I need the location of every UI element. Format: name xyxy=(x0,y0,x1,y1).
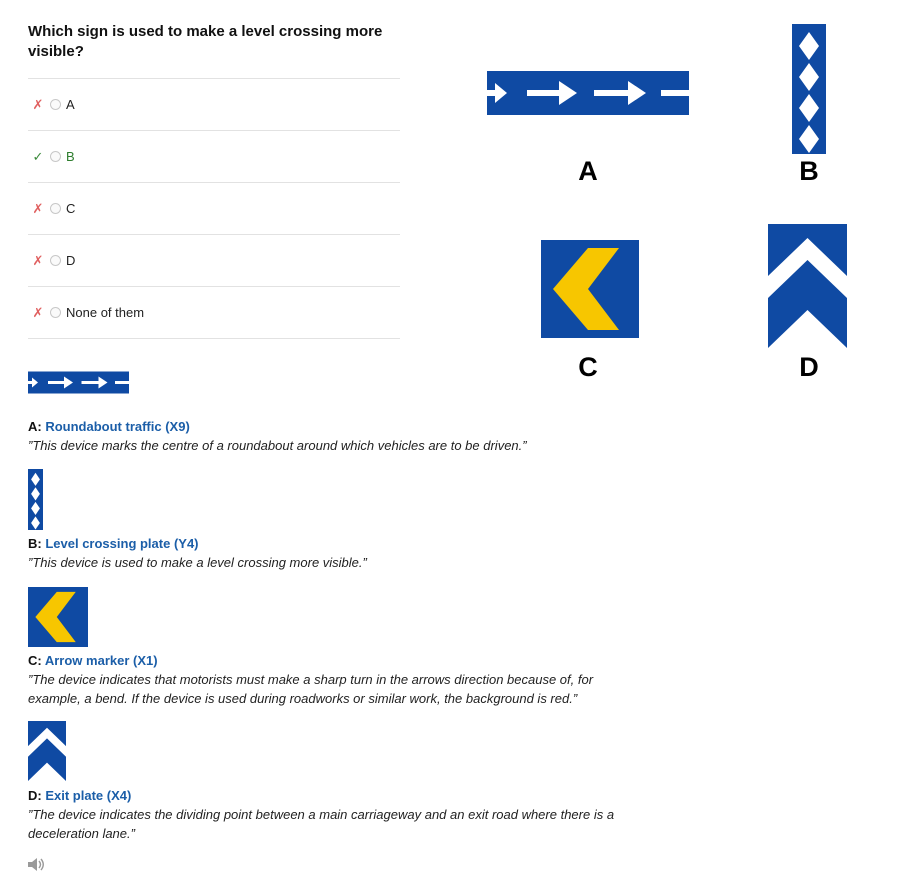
explanation-c-image xyxy=(28,587,88,647)
explanation-prefix: A: xyxy=(28,419,42,434)
explanation-b-link[interactable]: Level crossing plate (Y4) xyxy=(45,536,198,551)
answer-label: C xyxy=(66,201,76,216)
answer-option-a[interactable]: ✗ A xyxy=(28,78,400,130)
explanation-prefix: B: xyxy=(28,536,42,551)
answer-label: B xyxy=(66,149,75,164)
answer-label: A xyxy=(66,97,75,112)
sign-a-letter: A xyxy=(578,156,598,186)
explanation-d-quote: ”The device indicates the dividing point… xyxy=(28,807,615,841)
radio-button[interactable] xyxy=(50,151,61,162)
sign-b-letter: B xyxy=(799,156,819,186)
explanation-a-image xyxy=(28,370,129,395)
radio-button[interactable] xyxy=(50,99,61,110)
answer-option-d[interactable]: ✗ D xyxy=(28,234,400,286)
answer-option-b[interactable]: ✓ B xyxy=(28,130,400,182)
answer-list: ✗ A ✓ B ✗ C ✗ D ✗ None of them xyxy=(28,78,400,339)
radio-button[interactable] xyxy=(50,203,61,214)
answer-label: None of them xyxy=(66,305,145,320)
explanation-prefix: D: xyxy=(28,788,42,803)
wrong-mark-icon: ✗ xyxy=(32,252,44,268)
question-text: Which sign is used to make a level cross… xyxy=(28,23,383,60)
answer-option-none[interactable]: ✗ None of them xyxy=(28,286,400,339)
explanation-d-image xyxy=(28,721,66,781)
wrong-mark-icon: ✗ xyxy=(32,96,44,112)
sign-c-arrow-marker-image xyxy=(541,240,639,338)
explanation-c-quote: ”The device indicates that motorists mus… xyxy=(28,672,594,706)
explanation-a-title: A: Roundabout traffic (X9) xyxy=(28,419,190,434)
explanation-b-title: B: Level crossing plate (Y4) xyxy=(28,536,199,551)
explanation-c-title: C: Arrow marker (X1) xyxy=(28,653,158,668)
answer-option-c[interactable]: ✗ C xyxy=(28,182,400,234)
explanation-b-quote: ”This device is used to make a level cro… xyxy=(28,555,367,570)
correct-mark-icon: ✓ xyxy=(32,148,44,164)
wrong-mark-icon: ✗ xyxy=(32,200,44,216)
explanation-prefix: C: xyxy=(28,653,42,668)
radio-button[interactable] xyxy=(50,307,61,318)
explanation-a-quote: ”This device marks the centre of a round… xyxy=(28,438,527,453)
explanation-a-link[interactable]: Roundabout traffic (X9) xyxy=(45,419,189,434)
explanation-c-link[interactable]: Arrow marker (X1) xyxy=(45,653,158,668)
answer-label: D xyxy=(66,253,76,268)
sign-d-letter: D xyxy=(799,352,819,382)
sign-d-exit-plate-image xyxy=(768,224,847,348)
sign-c-letter: C xyxy=(578,352,598,382)
explanation-d-link[interactable]: Exit plate (X4) xyxy=(45,788,131,803)
radio-button[interactable] xyxy=(50,255,61,266)
speaker-icon[interactable] xyxy=(28,858,46,871)
sign-b-level-crossing-image xyxy=(792,24,826,154)
explanation-d-title: D: Exit plate (X4) xyxy=(28,788,131,803)
sign-a-roundabout-image xyxy=(487,68,689,118)
wrong-mark-icon: ✗ xyxy=(32,304,44,320)
explanation-b-image xyxy=(28,469,43,530)
